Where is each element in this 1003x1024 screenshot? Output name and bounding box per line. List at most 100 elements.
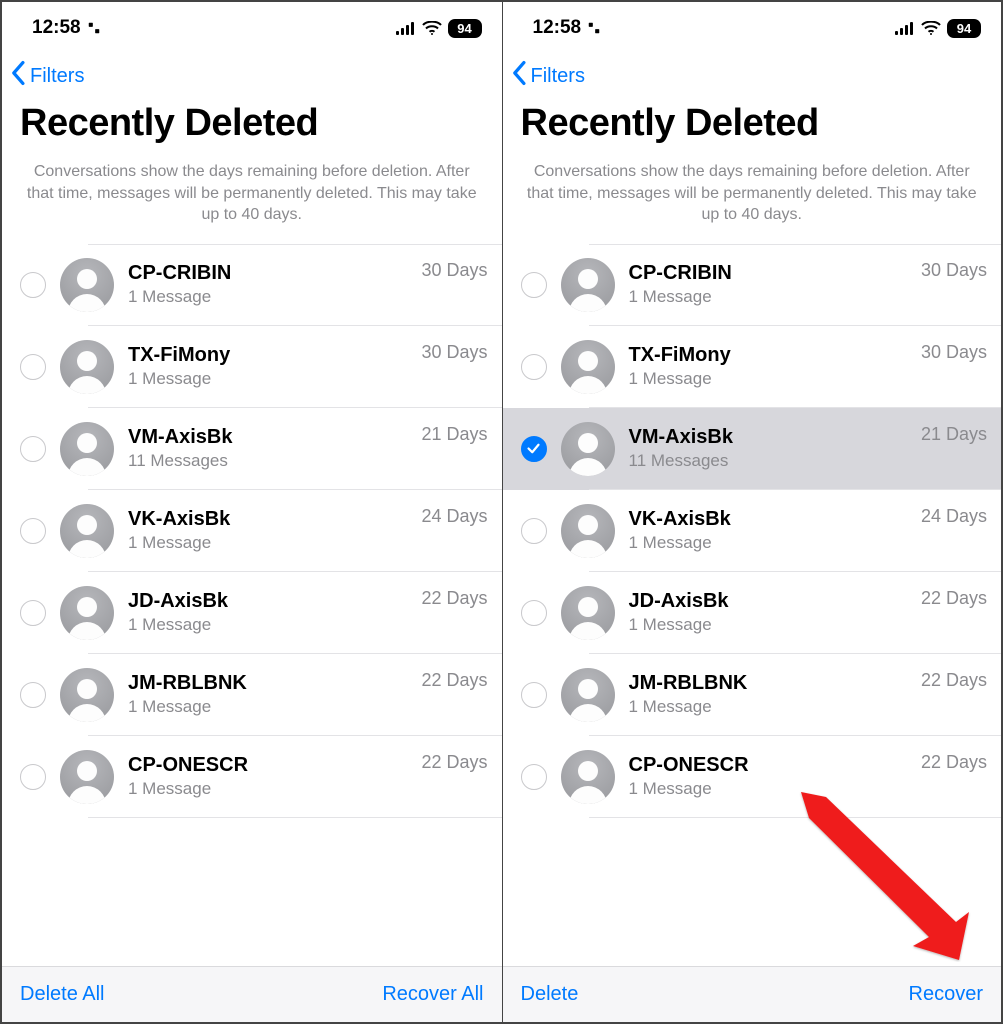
avatar-icon <box>561 258 615 312</box>
conversation-name: VK-AxisBk <box>629 508 907 531</box>
conversation-info: CP-ONESCR 1 Message <box>128 754 407 799</box>
select-radio[interactable] <box>521 600 547 626</box>
conversation-subtitle: 1 Message <box>128 533 407 553</box>
conversation-info: VK-AxisBk 1 Message <box>128 508 407 553</box>
conversation-row[interactable]: JM-RBLBNK 1 Message 22 Days <box>2 654 502 736</box>
conversation-row[interactable]: VK-AxisBk 1 Message 24 Days <box>503 490 1002 572</box>
days-remaining: 21 Days <box>921 424 987 445</box>
signal-icon <box>895 22 915 35</box>
wifi-icon <box>422 21 442 35</box>
select-radio[interactable] <box>521 764 547 790</box>
phone-screen: 12:58 94 Filters Recently Deleted Conver… <box>2 2 502 1022</box>
conversation-subtitle: 1 Message <box>629 697 907 717</box>
select-radio[interactable] <box>521 518 547 544</box>
select-radio[interactable] <box>20 436 46 462</box>
conversation-list[interactable]: CP-CRIBIN 1 Message 30 Days TX-FiMony 1 … <box>503 244 1002 966</box>
conversation-name: JM-RBLBNK <box>629 672 907 695</box>
page-title: Recently Deleted <box>2 98 502 155</box>
conversation-subtitle: 1 Message <box>128 287 407 307</box>
conversation-row[interactable]: TX-FiMony 1 Message 30 Days <box>503 326 1002 408</box>
status-bar: 12:58 94 <box>503 2 1002 46</box>
conversation-row[interactable]: JD-AxisBk 1 Message 22 Days <box>2 572 502 654</box>
days-remaining: 22 Days <box>921 588 987 609</box>
conversation-row[interactable]: CP-CRIBIN 1 Message 30 Days <box>2 244 502 326</box>
select-radio[interactable] <box>20 272 46 298</box>
avatar-icon <box>60 340 114 394</box>
avatar-icon <box>561 422 615 476</box>
conversation-name: JM-RBLBNK <box>128 672 407 695</box>
conversation-row[interactable]: CP-CRIBIN 1 Message 30 Days <box>503 244 1002 326</box>
select-radio[interactable] <box>521 436 547 462</box>
select-radio[interactable] <box>521 682 547 708</box>
select-radio[interactable] <box>521 354 547 380</box>
avatar-icon <box>60 668 114 722</box>
conversation-info: TX-FiMony 1 Message <box>629 344 907 389</box>
fullscreen-icon <box>587 21 601 35</box>
back-button[interactable]: Filters <box>2 46 502 98</box>
conversation-list[interactable]: CP-CRIBIN 1 Message 30 Days TX-FiMony 1 … <box>2 244 502 966</box>
conversation-info: CP-CRIBIN 1 Message <box>128 262 407 307</box>
avatar-icon <box>60 586 114 640</box>
conversation-row[interactable]: VM-AxisBk 11 Messages 21 Days <box>503 408 1002 490</box>
conversation-name: VK-AxisBk <box>128 508 407 531</box>
back-label: Filters <box>30 65 84 88</box>
conversation-info: JD-AxisBk 1 Message <box>629 590 907 635</box>
conversation-subtitle: 1 Message <box>629 533 907 553</box>
conversation-info: VK-AxisBk 1 Message <box>629 508 907 553</box>
conversation-name: VM-AxisBk <box>629 426 907 449</box>
conversation-name: TX-FiMony <box>629 344 907 367</box>
conversation-info: VM-AxisBk 11 Messages <box>128 426 407 471</box>
conversation-subtitle: 1 Message <box>629 287 907 307</box>
recover-button[interactable]: Recover All <box>382 983 483 1006</box>
conversation-name: CP-ONESCR <box>629 754 907 777</box>
delete-button[interactable]: Delete All <box>20 983 105 1006</box>
delete-button[interactable]: Delete <box>521 983 579 1006</box>
conversation-info: JM-RBLBNK 1 Message <box>629 672 907 717</box>
avatar-icon <box>60 258 114 312</box>
avatar-icon <box>60 504 114 558</box>
conversation-name: JD-AxisBk <box>128 590 407 613</box>
chevron-left-icon <box>511 60 529 92</box>
status-bar: 12:58 94 <box>2 2 502 46</box>
conversation-info: VM-AxisBk 11 Messages <box>629 426 907 471</box>
conversation-row[interactable]: JM-RBLBNK 1 Message 22 Days <box>503 654 1002 736</box>
conversation-subtitle: 1 Message <box>128 369 407 389</box>
avatar-icon <box>561 750 615 804</box>
chevron-left-icon <box>10 60 28 92</box>
conversation-name: CP-ONESCR <box>128 754 407 777</box>
recover-button[interactable]: Recover <box>909 983 983 1006</box>
conversation-name: TX-FiMony <box>128 344 407 367</box>
conversation-row[interactable]: CP-ONESCR 1 Message 22 Days <box>503 736 1002 818</box>
conversation-name: CP-CRIBIN <box>128 262 407 285</box>
wifi-icon <box>921 21 941 35</box>
select-radio[interactable] <box>20 354 46 380</box>
back-label: Filters <box>531 65 585 88</box>
conversation-info: TX-FiMony 1 Message <box>128 344 407 389</box>
page-title: Recently Deleted <box>503 98 1002 155</box>
signal-icon <box>396 22 416 35</box>
conversation-subtitle: 1 Message <box>629 779 907 799</box>
select-radio[interactable] <box>20 518 46 544</box>
conversation-row[interactable]: TX-FiMony 1 Message 30 Days <box>2 326 502 408</box>
conversation-row[interactable]: CP-ONESCR 1 Message 22 Days <box>2 736 502 818</box>
avatar-icon <box>60 750 114 804</box>
page-description: Conversations show the days remaining be… <box>503 155 1002 244</box>
back-button[interactable]: Filters <box>503 46 1002 98</box>
avatar-icon <box>561 586 615 640</box>
avatar-icon <box>561 504 615 558</box>
days-remaining: 22 Days <box>921 752 987 773</box>
conversation-subtitle: 1 Message <box>128 779 407 799</box>
days-remaining: 24 Days <box>921 506 987 527</box>
select-radio[interactable] <box>20 764 46 790</box>
select-radio[interactable] <box>521 272 547 298</box>
conversation-row[interactable]: JD-AxisBk 1 Message 22 Days <box>503 572 1002 654</box>
conversation-name: VM-AxisBk <box>128 426 407 449</box>
select-radio[interactable] <box>20 600 46 626</box>
select-radio[interactable] <box>20 682 46 708</box>
conversation-row[interactable]: VM-AxisBk 11 Messages 21 Days <box>2 408 502 490</box>
conversation-row[interactable]: VK-AxisBk 1 Message 24 Days <box>2 490 502 572</box>
conversation-subtitle: 1 Message <box>629 615 907 635</box>
bottom-toolbar: Delete Recover <box>503 966 1002 1022</box>
days-remaining: 30 Days <box>421 260 487 281</box>
days-remaining: 22 Days <box>421 752 487 773</box>
